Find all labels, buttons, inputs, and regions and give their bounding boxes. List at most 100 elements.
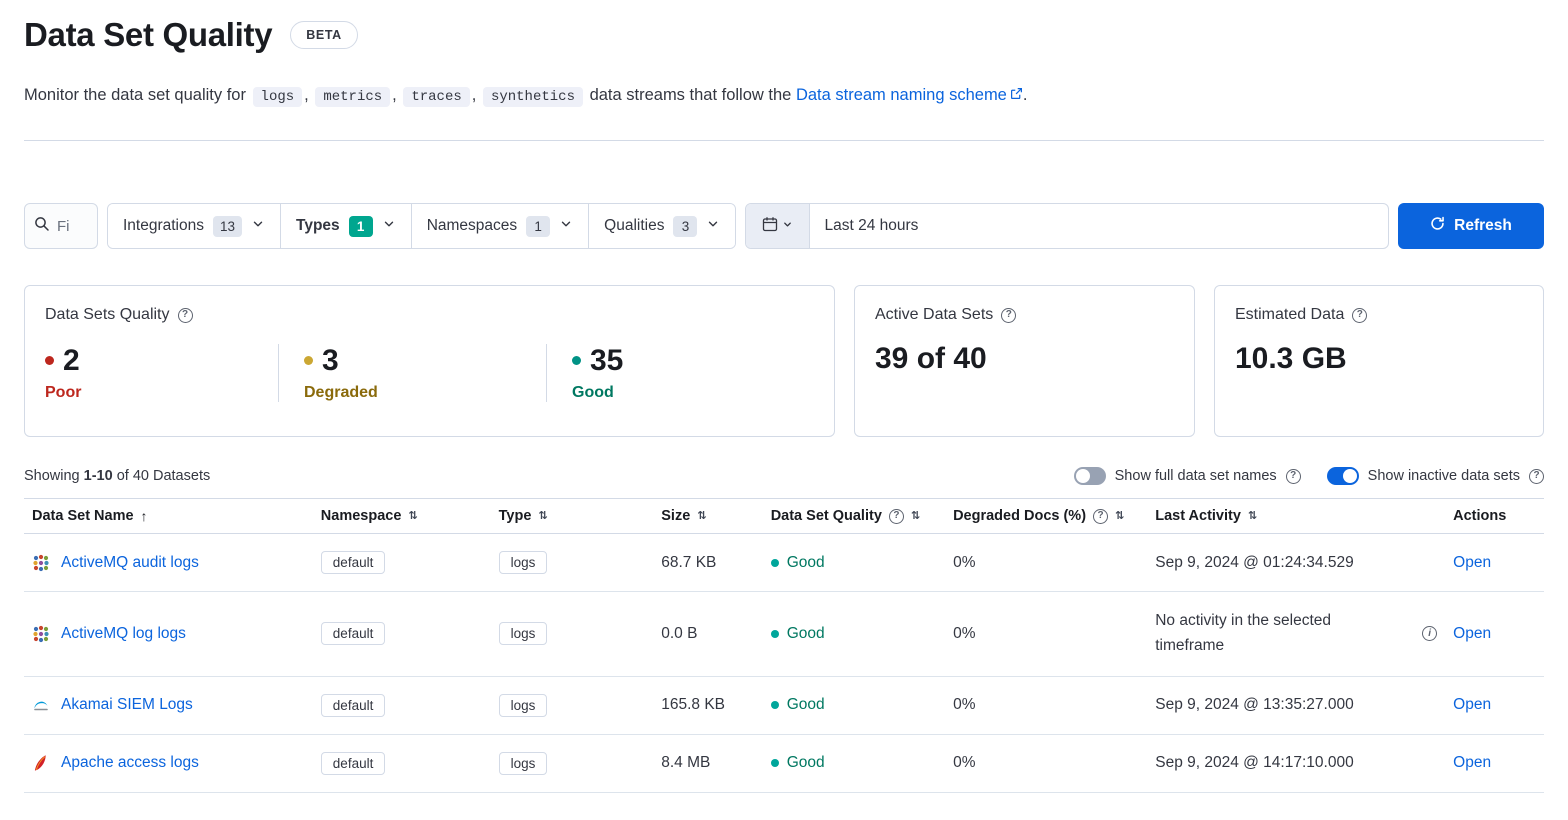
summary-cards: Data Sets Quality ? 2 Poor 3 Degraded 35… — [24, 285, 1544, 437]
toggle-switch-on[interactable] — [1327, 467, 1359, 485]
help-icon[interactable]: ? — [1529, 469, 1544, 484]
filter-types[interactable]: Types 1 — [281, 204, 412, 248]
table-row: ActiveMQ audit logs default logs 68.7 KB… — [24, 534, 1544, 592]
help-icon[interactable]: ? — [1352, 308, 1367, 323]
filter-bar: Integrations 13 Types 1 Namespaces 1 Qua… — [24, 203, 1544, 249]
toggle-show-full-names[interactable]: Show full data set names ? — [1074, 467, 1301, 485]
sort-ascending-icon: ↑ — [141, 509, 148, 523]
size-value: 68.7 KB — [661, 554, 716, 571]
help-icon[interactable]: ? — [889, 509, 904, 524]
help-icon[interactable]: ? — [1093, 509, 1108, 524]
filter-group: Integrations 13 Types 1 Namespaces 1 Qua… — [107, 203, 736, 249]
search-input[interactable] — [57, 218, 88, 235]
filter-integrations[interactable]: Integrations 13 — [108, 204, 281, 248]
apache-icon — [32, 754, 50, 772]
code-badge-logs: logs — [253, 87, 303, 107]
search-icon — [34, 216, 50, 237]
toggles: Show full data set names ? Show inactive… — [1074, 467, 1544, 485]
sort-icon: ⇅ — [1248, 511, 1257, 522]
col-data-set-quality[interactable]: Data Set Quality?⇅ — [763, 499, 945, 534]
degraded-docs-value: 0% — [953, 554, 975, 571]
filter-namespaces[interactable]: Namespaces 1 — [412, 204, 589, 248]
comma: , — [304, 86, 309, 104]
open-action-link[interactable]: Open — [1453, 625, 1491, 642]
quality-stats: 2 Poor 3 Degraded 35 Good — [45, 344, 814, 402]
type-badge: logs — [499, 551, 548, 574]
open-action-link[interactable]: Open — [1453, 554, 1491, 571]
dataset-link[interactable]: ActiveMQ log logs — [61, 625, 186, 643]
naming-scheme-link[interactable]: Data stream naming scheme — [796, 86, 1023, 104]
good-dot-icon — [771, 701, 779, 709]
quality-health: Good — [771, 625, 825, 643]
col-namespace[interactable]: Namespace⇅ — [313, 499, 491, 534]
sort-icon: ⇅ — [911, 511, 920, 522]
header-divider — [24, 140, 1544, 141]
active-data-sets-card: Active Data Sets ? 39 of 40 — [854, 285, 1195, 437]
filter-count-badge: 1 — [526, 216, 550, 237]
toggle-switch-off[interactable] — [1074, 467, 1106, 485]
toggle-show-inactive[interactable]: Show inactive data sets ? — [1327, 467, 1544, 485]
code-badge-metrics: metrics — [315, 87, 390, 107]
help-icon[interactable]: ? — [1001, 308, 1016, 323]
card-title: Active Data Sets ? — [875, 306, 1174, 324]
period: . — [1023, 86, 1028, 104]
help-icon[interactable]: ? — [1286, 469, 1301, 484]
col-actions: Actions — [1445, 499, 1544, 534]
showing-summary: Showing 1-10 of 40 Datasets — [24, 468, 210, 484]
estimated-data-card: Estimated Data ? 10.3 GB — [1214, 285, 1544, 437]
col-last-activity[interactable]: Last Activity⇅ — [1147, 499, 1445, 534]
poor-dot-icon — [45, 356, 54, 365]
type-badge: logs — [499, 752, 548, 775]
col-data-set-name[interactable]: Data Set Name↑ — [24, 499, 313, 534]
degraded-docs-value: 0% — [953, 754, 975, 771]
dataset-link[interactable]: Akamai SIEM Logs — [61, 696, 193, 714]
date-picker-menu-button[interactable] — [746, 204, 810, 248]
type-badge: logs — [499, 694, 548, 717]
table-header-row: Data Set Name↑ Namespace⇅ Type⇅ Size⇅ Da… — [24, 499, 1544, 534]
estimated-data-value: 10.3 GB — [1235, 342, 1523, 376]
data-set-quality-page: Data Set Quality BETA Monitor the data s… — [0, 0, 1568, 820]
sort-icon: ⇅ — [538, 511, 547, 522]
description-text: Monitor the data set quality for — [24, 86, 246, 104]
chevron-down-icon — [382, 217, 396, 236]
info-icon[interactable]: i — [1422, 626, 1437, 641]
size-value: 0.0 B — [661, 625, 697, 642]
search-box[interactable] — [24, 203, 98, 249]
refresh-button[interactable]: Refresh — [1398, 203, 1544, 249]
last-activity-value: Sep 9, 2024 @ 13:35:27.000 — [1155, 696, 1353, 713]
code-badge-traces: traces — [403, 87, 469, 107]
last-activity-value: No activity in the selected timeframe — [1155, 609, 1373, 659]
degraded-docs-value: 0% — [953, 625, 975, 642]
chevron-down-icon — [782, 217, 793, 235]
quality-health: Good — [771, 696, 825, 714]
stat-good: 35 Good — [546, 344, 814, 402]
data-sets-quality-card: Data Sets Quality ? 2 Poor 3 Degraded 35… — [24, 285, 835, 437]
datasets-table: Data Set Name↑ Namespace⇅ Type⇅ Size⇅ Da… — [24, 498, 1544, 793]
open-action-link[interactable]: Open — [1453, 754, 1491, 771]
sort-icon: ⇅ — [1115, 511, 1124, 522]
last-activity-value: Sep 9, 2024 @ 01:24:34.529 — [1155, 554, 1353, 571]
namespace-badge: default — [321, 622, 386, 645]
namespace-badge: default — [321, 551, 386, 574]
degraded-dot-icon — [304, 356, 313, 365]
size-value: 165.8 KB — [661, 696, 725, 713]
dataset-link[interactable]: Apache access logs — [61, 754, 199, 772]
external-link-icon — [1010, 80, 1023, 110]
col-degraded-docs[interactable]: Degraded Docs (%)?⇅ — [945, 499, 1147, 534]
filter-qualities[interactable]: Qualities 3 — [589, 204, 735, 248]
col-type[interactable]: Type⇅ — [491, 499, 654, 534]
card-title: Data Sets Quality ? — [45, 306, 814, 324]
page-header: Data Set Quality BETA — [24, 16, 1544, 54]
table-row: Apache access logs default logs 8.4 MB G… — [24, 734, 1544, 792]
quality-health: Good — [771, 754, 825, 772]
good-dot-icon — [771, 630, 779, 638]
dataset-link[interactable]: ActiveMQ audit logs — [61, 554, 199, 572]
activemq-icon — [32, 554, 50, 572]
degraded-docs-value: 0% — [953, 696, 975, 713]
col-size[interactable]: Size⇅ — [653, 499, 762, 534]
active-data-sets-value: 39 of 40 — [875, 342, 1174, 376]
chevron-down-icon — [706, 217, 720, 236]
help-icon[interactable]: ? — [178, 308, 193, 323]
time-range-value[interactable]: Last 24 hours — [810, 204, 918, 248]
open-action-link[interactable]: Open — [1453, 696, 1491, 713]
